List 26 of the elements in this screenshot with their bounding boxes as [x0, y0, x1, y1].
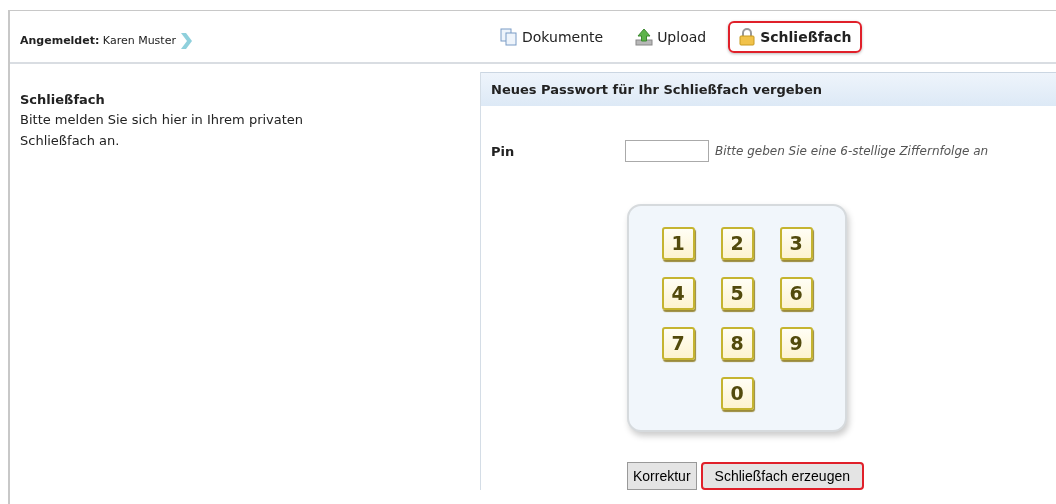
pin-field[interactable] — [625, 140, 709, 162]
lock-icon — [738, 27, 757, 46]
keypad-key[interactable]: 3 — [779, 226, 813, 260]
keypad-key[interactable]: 4 — [661, 276, 695, 310]
nav-tab[interactable]: Upload — [625, 20, 717, 53]
keypad-key[interactable]: 2 — [720, 226, 754, 260]
nav-tab[interactable]: Schließfach — [728, 20, 862, 53]
keypad-key[interactable]: 0 — [720, 376, 754, 410]
keypad-key[interactable]: 6 — [779, 276, 813, 310]
panel-header: Neues Passwort für Ihr Schließfach vergeben — [481, 72, 1056, 106]
pin-hint: Bitte geben Sie eine 6-stellige Ziffernfolge an — [715, 144, 989, 158]
pin-label: Pin — [491, 143, 516, 159]
chevron-icon — [179, 32, 192, 49]
documents-icon — [500, 27, 518, 46]
keypad-key[interactable]: 5 — [720, 276, 754, 310]
form-button[interactable]: Korrektur — [627, 462, 697, 490]
form-button[interactable]: Schließfach erzeugen — [700, 462, 864, 490]
nav-tab[interactable]: Dokumente — [490, 20, 614, 53]
keypad-key[interactable]: 8 — [720, 326, 754, 360]
keypad-key[interactable]: 7 — [661, 326, 695, 360]
sidebar-text: Bitte melden Sie sich hier in Ihrem privaten Schließfach an. — [20, 111, 305, 150]
sidebar-title: Schließfach — [20, 92, 106, 107]
keypad-key[interactable]: 9 — [779, 326, 813, 360]
upload-icon — [635, 27, 654, 46]
keypad-key[interactable]: 1 — [661, 226, 695, 260]
login-text: Angemeldet: Karen Muster — [20, 34, 176, 47]
